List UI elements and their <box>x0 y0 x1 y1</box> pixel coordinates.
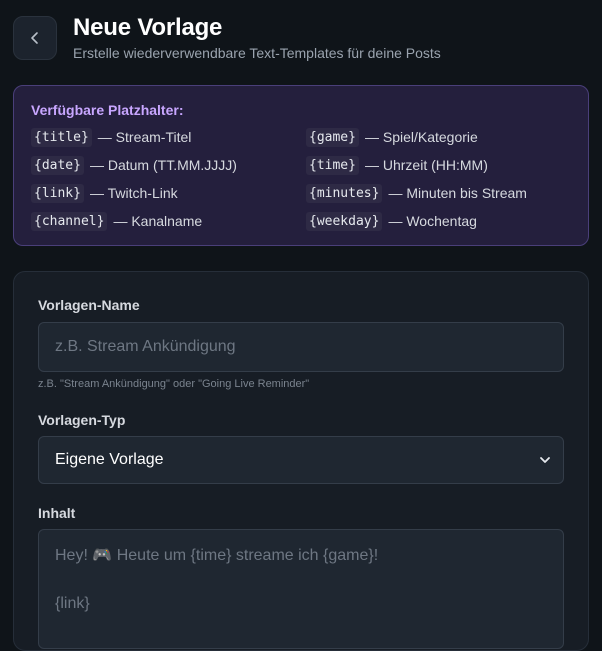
placeholder-code: {channel} <box>31 211 108 231</box>
placeholder-item: {time} — Uhrzeit (HH:MM) <box>306 153 566 177</box>
placeholder-desc: — Spiel/Kategorie <box>364 129 478 145</box>
placeholder-item: {channel} — Kanalname <box>31 209 306 233</box>
placeholder-item: {link} — Twitch-Link <box>31 181 306 205</box>
content-placeholder-line: {link} <box>55 595 90 612</box>
placeholder-code: {minutes} <box>306 183 383 203</box>
placeholder-code: {weekday} <box>306 211 383 231</box>
content-placeholder-line: Hey! 🎮 Heute um {time} streame ich {game… <box>55 547 379 564</box>
page-subtitle: Erstelle wiederverwendbare Text-Template… <box>73 45 441 61</box>
name-label: Vorlagen-Name <box>38 297 140 313</box>
template-type-select[interactable]: Eigene Vorlage <box>38 436 564 484</box>
chevron-left-icon <box>31 32 38 44</box>
placeholder-code: {title} <box>31 127 92 147</box>
placeholder-info-box: Verfügbare Platzhalter: {title} — Stream-… <box>13 85 589 246</box>
placeholder-desc: — Kanalname <box>113 213 203 229</box>
template-name-input[interactable] <box>38 322 564 372</box>
placeholder-code: {time} <box>306 155 359 175</box>
placeholder-code: {game} <box>306 127 359 147</box>
placeholder-item: {minutes} — Minuten bis Stream <box>306 181 566 205</box>
chevron-down-icon <box>540 457 550 463</box>
placeholder-heading: Verfügbare Platzhalter: <box>31 102 184 118</box>
placeholder-desc: — Minuten bis Stream <box>388 185 527 201</box>
placeholder-item: {weekday} — Wochentag <box>306 209 566 233</box>
placeholder-list: {title} — Stream-Titel {game} — Spiel/Kate… <box>31 125 571 233</box>
placeholder-desc: — Twitch-Link <box>89 185 178 201</box>
type-label: Vorlagen-Typ <box>38 412 126 428</box>
placeholder-desc: — Wochentag <box>388 213 477 229</box>
placeholder-item: {title} — Stream-Titel <box>31 125 306 149</box>
page-title: Neue Vorlage <box>73 14 223 41</box>
placeholder-item: {date} — Datum (TT.MM.JJJJ) <box>31 153 306 177</box>
template-content-textarea[interactable]: Hey! 🎮 Heute um {time} streame ich {game… <box>38 529 564 649</box>
placeholder-item: {game} — Spiel/Kategorie <box>306 125 566 149</box>
placeholder-code: {date} <box>31 155 84 175</box>
placeholder-desc: — Datum (TT.MM.JJJJ) <box>89 157 237 173</box>
template-form: Vorlagen-Name z.B. "Stream Ankündigung" … <box>13 271 589 651</box>
content-label: Inhalt <box>38 505 76 521</box>
page-header: Neue Vorlage Erstelle wiederverwendbare … <box>13 14 441 61</box>
name-hint: z.B. "Stream Ankündigung" oder "Going Li… <box>38 378 310 390</box>
placeholder-desc: — Uhrzeit (HH:MM) <box>364 157 488 173</box>
placeholder-code: {link} <box>31 183 84 203</box>
template-type-value: Eigene Vorlage <box>55 451 164 468</box>
placeholder-desc: — Stream-Titel <box>97 129 192 145</box>
back-button[interactable] <box>13 16 57 60</box>
